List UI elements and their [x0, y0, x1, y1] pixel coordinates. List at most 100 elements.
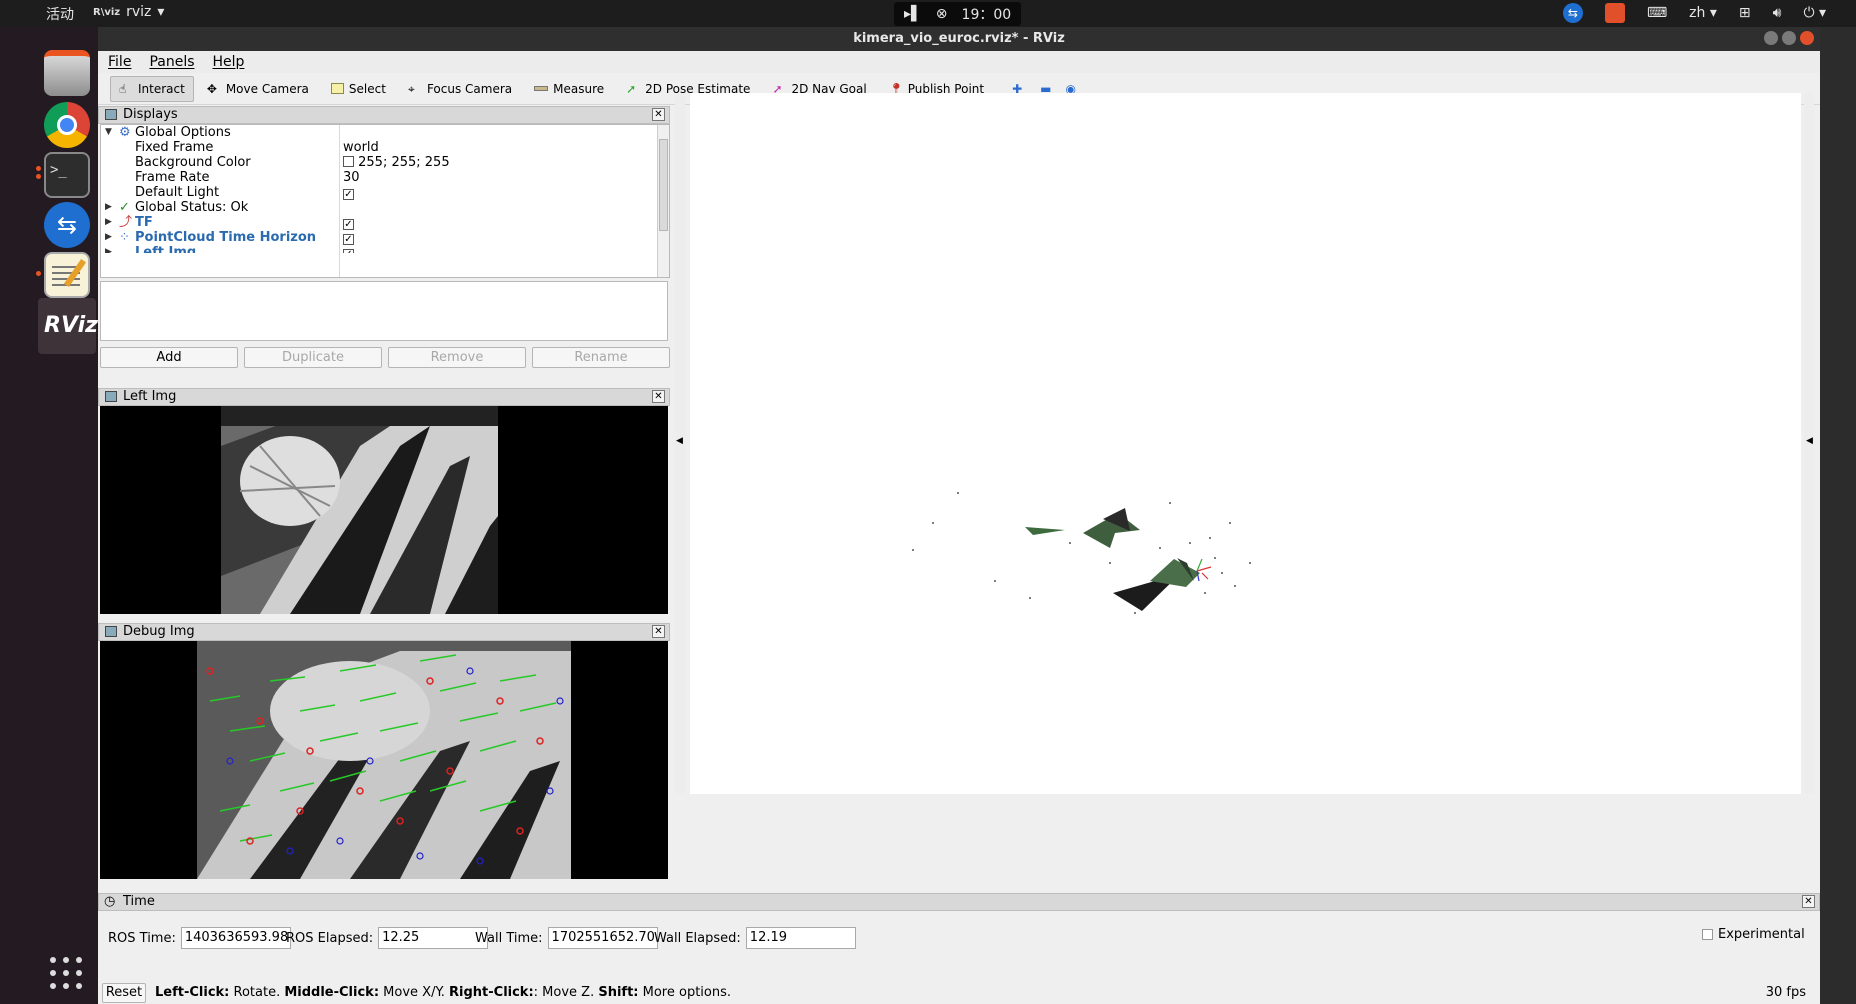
experimental-label: Experimental	[1718, 927, 1805, 942]
check-icon: ✓	[119, 200, 130, 215]
rename-button[interactable]: Rename	[532, 347, 670, 368]
tree-row-left-img[interactable]: ▶ Left Img ✓	[101, 245, 669, 253]
tree-row-tf[interactable]: ▶ ⤴ TF ✓	[101, 215, 669, 230]
recorder-tray-icon[interactable]	[1604, 3, 1625, 23]
move-arrows-icon: ✥	[206, 81, 217, 96]
select-box-icon	[330, 83, 344, 94]
wall-time-field: Wall Time: 1702551652.70	[475, 927, 658, 949]
move-camera-tool-button[interactable]: ✥ Move Camera	[198, 76, 318, 102]
app-menu-label: rviz	[126, 4, 152, 20]
render-3d-view[interactable]	[690, 93, 1801, 794]
select-tool-button[interactable]: Select	[322, 76, 395, 102]
running-indicator	[36, 271, 41, 276]
left-splitter[interactable]: ◀	[675, 93, 685, 794]
collapsed-arrow-icon[interactable]: ▶	[105, 230, 112, 245]
stop-record-icon[interactable]: ⊗	[936, 6, 948, 22]
activities-button[interactable]: 活动	[46, 4, 74, 24]
tree-value[interactable]: 30	[343, 170, 360, 185]
ros-time-field: ROS Time: 1403636593.98	[108, 927, 291, 949]
close-panel-icon[interactable]: ✕	[652, 108, 665, 121]
scrollbar-thumb[interactable]	[659, 139, 668, 231]
time-header[interactable]: ◷ Time ✕	[98, 893, 1820, 911]
add-button[interactable]: Add	[100, 347, 238, 368]
wall-elapsed-input[interactable]: 12.19	[745, 927, 856, 949]
left-img-header[interactable]: Left Img ✕	[98, 388, 670, 406]
hint-middle-click-key: Middle-Click:	[284, 985, 380, 1000]
tree-row-default-light[interactable]: Default Light ✓	[101, 185, 669, 200]
experimental-checkbox[interactable]	[1702, 929, 1713, 940]
clock-area[interactable]: ▸▌ ⊗ 19：00	[894, 2, 1022, 26]
dock-files[interactable]	[38, 45, 96, 101]
wall-time-input[interactable]: 1702551652.70	[547, 927, 658, 949]
debug-img-header[interactable]: Debug Img ✕	[98, 623, 670, 641]
menu-file[interactable]: File	[108, 51, 131, 73]
window-titlebar[interactable]: kimera_vio_euroc.rviz* - RViz	[98, 27, 1820, 51]
running-indicator	[36, 174, 41, 179]
collapsed-arrow-icon[interactable]: ▶	[105, 245, 112, 253]
checkbox[interactable]: ✓	[343, 219, 354, 230]
hint-right-click-key: Right-Click:	[449, 985, 534, 1000]
fps-indicator: 30 fps	[1765, 985, 1806, 1000]
close-panel-icon[interactable]: ✕	[652, 390, 665, 403]
collapse-left-arrow-icon[interactable]: ◀	[676, 436, 683, 446]
checkbox[interactable]: ✓	[343, 249, 354, 253]
tree-row-pointcloud[interactable]: ▶ ⁘ PointCloud Time Horizon ✓	[101, 230, 669, 245]
collapse-right-arrow-icon[interactable]: ◀	[1806, 436, 1813, 446]
displays-header[interactable]: Displays ✕	[98, 106, 670, 124]
ros-time-input[interactable]: 1403636593.98	[180, 927, 291, 949]
show-applications-icon[interactable]	[50, 957, 84, 991]
volume-icon[interactable]: 🔊︎	[1773, 5, 1782, 21]
tree-row-fixed-frame[interactable]: Fixed Frame world	[101, 140, 669, 155]
close-panel-icon[interactable]: ✕	[1802, 895, 1815, 908]
tree-value[interactable]: 255; 255; 255	[343, 155, 450, 170]
tree-row-frame-rate[interactable]: Frame Rate 30	[101, 170, 669, 185]
dock-text-editor[interactable]	[36, 247, 96, 303]
screen-record-icon[interactable]: ▸▌	[904, 6, 922, 22]
tree-row-background-color[interactable]: Background Color 255; 255; 255	[101, 155, 669, 170]
menu-panels[interactable]: Panels	[149, 51, 194, 73]
ruler-icon	[534, 86, 549, 91]
displays-tree: ▼ ⚙ Global Options Fixed Frame world Bac…	[100, 124, 670, 278]
collapsed-arrow-icon[interactable]: ▶	[105, 200, 112, 215]
experimental-option[interactable]: Experimental	[1702, 927, 1805, 942]
collapsed-arrow-icon[interactable]: ▶	[105, 215, 112, 230]
checkbox[interactable]: ✓	[343, 234, 354, 245]
ros-elapsed-field: ROS Elapsed: 12.25	[286, 927, 489, 949]
dock-rviz[interactable]: RViz	[38, 298, 98, 354]
tree-row-global-status[interactable]: ▶ ✓ Global Status: Ok	[101, 200, 669, 215]
minimize-button[interactable]	[1764, 31, 1778, 45]
interact-tool-button[interactable]: ☝ Interact	[110, 75, 194, 102]
dock-chrome[interactable]	[38, 97, 96, 153]
move-camera-label: Move Camera	[225, 81, 309, 96]
ros-elapsed-input[interactable]: 12.25	[378, 927, 489, 949]
dock-teamviewer[interactable]: ⇆	[38, 197, 96, 253]
duplicate-button[interactable]: Duplicate	[244, 347, 382, 368]
checkbox[interactable]: ✓	[343, 189, 354, 200]
image-icon	[105, 626, 117, 637]
tree-row-global-options[interactable]: ▼ ⚙ Global Options	[101, 125, 669, 140]
teamviewer-tray-icon[interactable]: ⇆	[1562, 3, 1583, 23]
time-title: Time	[123, 894, 155, 909]
app-menu[interactable]: R\viz rviz ▾	[93, 4, 164, 20]
tree-value[interactable]: world	[343, 140, 379, 155]
close-button[interactable]	[1800, 31, 1814, 45]
pointcloud-icon: ⁘	[119, 230, 130, 245]
language-indicator[interactable]: zh ▾	[1689, 5, 1717, 21]
keyboard-icon[interactable]: ⌨	[1647, 5, 1667, 21]
close-panel-icon[interactable]: ✕	[652, 625, 665, 638]
right-splitter[interactable]: ◀	[1804, 93, 1814, 794]
reset-button[interactable]: Reset	[102, 983, 146, 1003]
maximize-button[interactable]	[1782, 31, 1796, 45]
chrome-icon	[44, 102, 90, 148]
remove-button[interactable]: Remove	[388, 347, 526, 368]
dock-terminal[interactable]: >_	[36, 147, 96, 203]
terminal-icon: >_	[44, 152, 90, 198]
menu-help[interactable]: Help	[213, 51, 245, 73]
network-icon[interactable]: ⊞	[1739, 5, 1751, 21]
focus-camera-tool-button[interactable]: ⌖ Focus Camera	[399, 76, 521, 102]
power-icon[interactable]: ⏻ ▾	[1803, 5, 1826, 21]
expanded-arrow-icon[interactable]: ▼	[105, 125, 112, 140]
tree-label: PointCloud Time Horizon	[135, 230, 317, 245]
tree-scrollbar[interactable]	[657, 125, 669, 277]
measure-tool-button[interactable]: Measure	[525, 76, 613, 102]
